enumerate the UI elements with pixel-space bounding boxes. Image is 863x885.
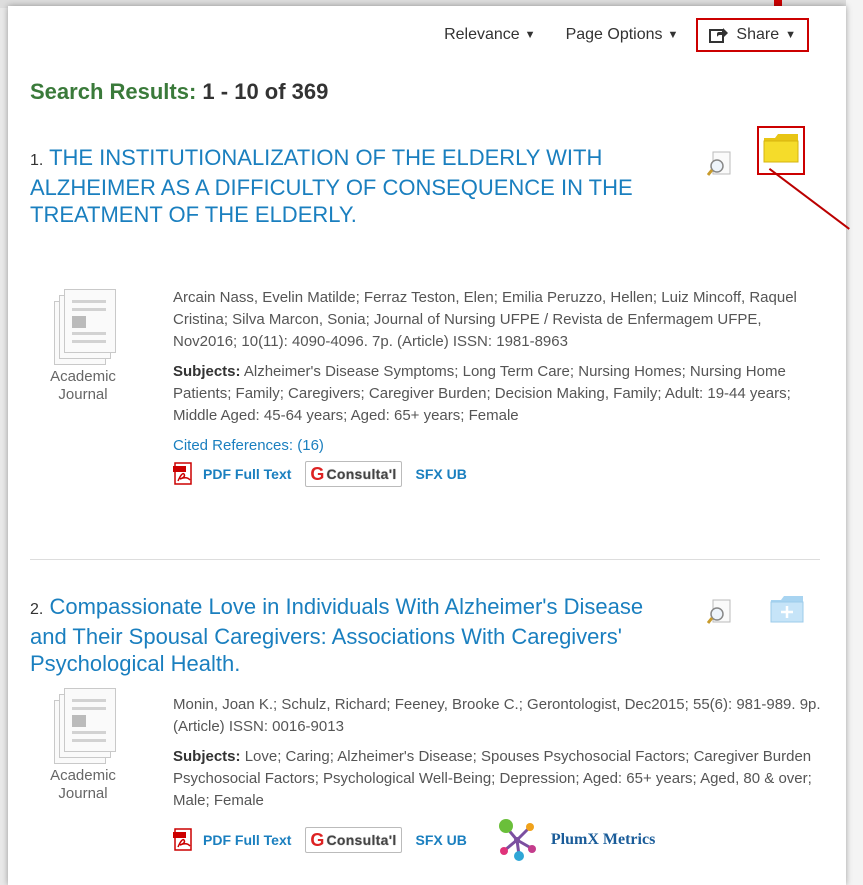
preview-magnifier-icon[interactable] [707,151,733,177]
result-title: 2. Compassionate Love in Individuals Wit… [30,593,670,677]
document-icon [50,688,116,764]
share-label: Share [736,26,780,43]
consulta-logo-icon: G [310,464,325,484]
result-title-link[interactable]: THE INSTITUTIONALIZATION OF THE ELDERLY … [30,145,633,227]
sfx-ub-link[interactable]: SFX UB [416,463,467,485]
full-text-links: PDF Full Text G Consulta'l SFX UB [173,818,823,862]
preview-magnifier-icon[interactable] [707,599,733,625]
relevance-sort-dropdown[interactable]: Relevance ▼ [444,26,536,44]
result-title: 1. THE INSTITUTIONALIZATION OF THE ELDER… [30,144,670,228]
publication-type-label: Academic Journal [50,368,116,403]
relevance-label: Relevance [444,26,520,43]
results-count: 1 - 10 of 369 [202,79,329,104]
document-icon [50,289,116,365]
results-panel: Relevance ▼ Page Options ▼ Share ▼ Searc… [8,6,846,885]
academic-journal-icon: Academic Journal [50,688,116,803]
subjects-text: Subjects: Love; Caring; Alzheimer's Dise… [173,748,812,809]
share-icon [709,28,729,43]
share-button[interactable]: Share ▼ [696,18,809,52]
add-to-folder-button[interactable] [757,126,805,175]
folder-icon [763,134,799,163]
plumx-metrics-link[interactable]: PlumX Metrics [497,818,655,862]
page-options-dropdown[interactable]: Page Options ▼ [566,26,679,44]
result-divider [30,559,820,560]
sfx-ub-link[interactable]: SFX UB [416,829,467,851]
page-options-label: Page Options [565,26,663,43]
chevron-down-icon: ▼ [667,29,679,41]
result-number: 2. [30,601,44,618]
citation-text: Arcain Nass, Evelin Matilde; Ferraz Test… [173,289,797,350]
plumx-icon [498,819,536,861]
full-text-links: PDF Full Text G Consulta'l SFX UB [173,461,823,487]
result-item: 2. Compassionate Love in Individuals Wit… [30,593,821,861]
result-title-link[interactable]: Compassionate Love in Individuals With A… [30,594,643,676]
academic-journal-icon: Academic Journal [50,289,116,404]
consulta-button[interactable]: G Consulta'l [305,461,402,487]
result-item: 1. THE INSTITUTIONALIZATION OF THE ELDER… [30,144,820,487]
background-strip [846,0,863,885]
result-details: Arcain Nass, Evelin Matilde; Ferraz Test… [173,287,823,487]
results-toolbar: Relevance ▼ Page Options ▼ Share ▼ [444,18,809,52]
pdf-icon [173,462,192,485]
results-heading-label: Search Results: [30,79,197,104]
subjects-text: Subjects: Alzheimer's Disease Symptoms; … [173,363,791,424]
pdf-full-text-link[interactable]: PDF Full Text [173,462,291,486]
chevron-down-icon: ▼ [524,29,536,41]
pdf-icon [173,828,192,851]
chevron-down-icon: ▼ [785,29,796,41]
publication-type-label: Academic Journal [50,767,116,802]
results-heading: Search Results: 1 - 10 of 369 [30,79,328,105]
result-number: 1. [30,152,44,169]
pdf-full-text-link[interactable]: PDF Full Text [173,828,291,852]
consulta-logo-icon: G [310,830,325,850]
add-to-folder-icon[interactable] [770,595,804,623]
citation-text: Monin, Joan K.; Schulz, Richard; Feeney,… [173,696,821,735]
cited-references-link[interactable]: Cited References: (16) [173,435,823,457]
consulta-button[interactable]: G Consulta'l [305,827,402,853]
result-details: Monin, Joan K.; Schulz, Richard; Feeney,… [173,694,823,862]
